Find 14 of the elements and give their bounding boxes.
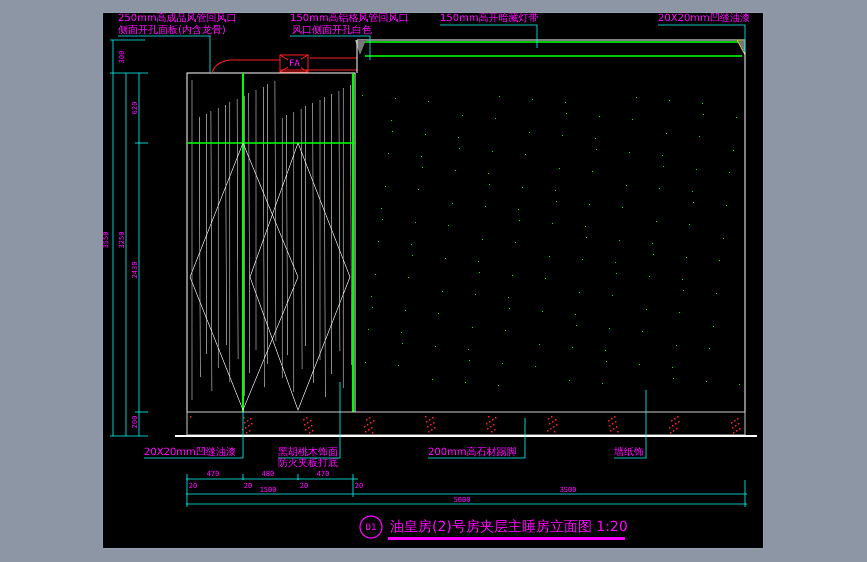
- annotation-note: 150mm高开暗藏灯带: [440, 13, 539, 24]
- annotation-note: 风口侧面开孔白色: [292, 25, 372, 36]
- annotation-note: 20X20mm凹缝油漆: [658, 13, 750, 24]
- annotation-note: 150mm高铝格风管回风口: [290, 13, 409, 24]
- annotation-note: 250mm高成品风管回风口: [118, 13, 237, 24]
- annotation-note: 20X20mm凹缝油漆: [144, 447, 236, 458]
- drawing-title: 油皇房(2)号房夹层主睡房立面图 1:20: [390, 519, 628, 535]
- drawing-tag-circle: [359, 515, 383, 539]
- annotation-note: 防火夹板打底: [278, 458, 338, 469]
- annotation-note: 侧面开孔面板(内含龙骨): [118, 25, 226, 36]
- annotation-note: 墙纸饰: [614, 447, 644, 458]
- annotation-note: 黑胡桃木饰面: [278, 447, 338, 458]
- annotation-note: 200mm高石材踢脚: [428, 447, 517, 458]
- drawing-tag: D1: [366, 523, 376, 533]
